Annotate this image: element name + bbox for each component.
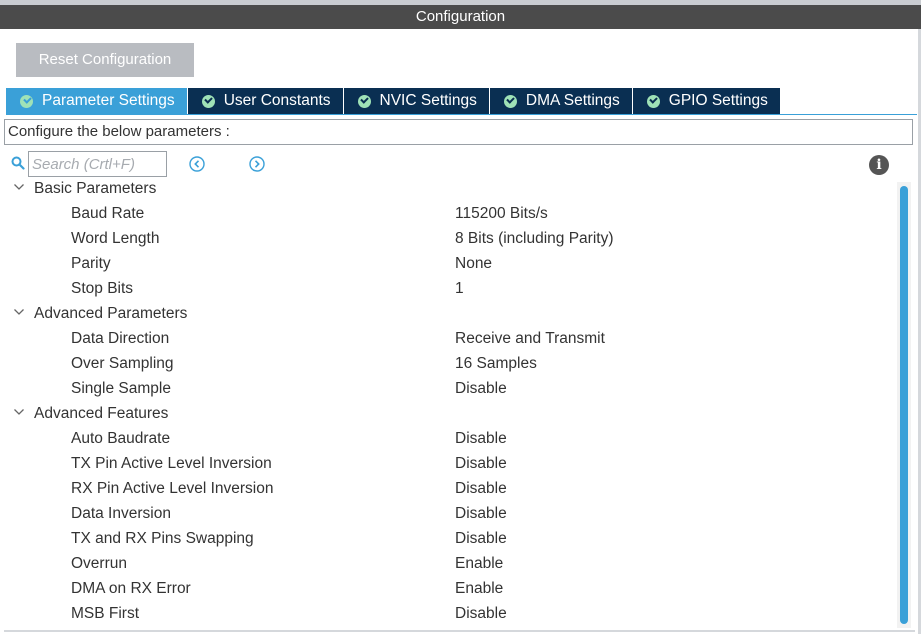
param-row[interactable]: Word Length 8 Bits (including Parity) (0, 226, 895, 251)
param-row[interactable]: DMA on RX Error Enable (0, 576, 895, 601)
group-advanced-features[interactable]: Advanced Features (0, 401, 895, 426)
param-row[interactable]: Data Inversion Disable (0, 501, 895, 526)
param-value: 115200 Bits/s (455, 205, 548, 222)
param-value: Disable (455, 455, 507, 472)
param-name: Data Direction (71, 330, 170, 347)
check-circle-icon (503, 94, 517, 108)
param-name: Data Inversion (71, 505, 171, 522)
param-name: Parity (71, 255, 111, 272)
tab-label: DMA Settings (525, 92, 620, 109)
tab-user-constants[interactable]: User Constants (187, 88, 344, 114)
param-value: Disable (455, 480, 507, 497)
check-circle-icon (357, 94, 371, 108)
param-value: Disable (455, 530, 507, 547)
group-advanced-parameters[interactable]: Advanced Parameters (0, 301, 895, 326)
param-name: MSB First (71, 605, 140, 622)
param-row[interactable]: TX and RX Pins Swapping Disable (0, 526, 895, 551)
param-row[interactable]: Data Direction Receive and Transmit (0, 326, 895, 351)
param-row[interactable]: MSB First Disable (0, 601, 895, 626)
info-icon[interactable]: i (869, 155, 889, 175)
chevron-left-circle-icon[interactable] (189, 156, 205, 172)
chevron-right-circle-icon[interactable] (249, 156, 265, 172)
group-basic-parameters[interactable]: Basic Parameters (0, 176, 895, 201)
param-value: Disable (455, 430, 507, 447)
tab-nvic-settings[interactable]: NVIC Settings (343, 88, 490, 114)
param-value: 1 (455, 280, 464, 297)
param-name: Overrun (71, 555, 127, 572)
check-circle-icon (20, 94, 33, 108)
param-value: Receive and Transmit (455, 330, 605, 347)
tab-dma-settings[interactable]: DMA Settings (489, 88, 633, 114)
parameter-tree: Basic Parameters Baud Rate 115200 Bits/s… (0, 176, 895, 630)
reset-configuration-button[interactable]: Reset Configuration (16, 43, 194, 77)
param-row[interactable]: Single Sample Disable (0, 376, 895, 401)
param-row[interactable]: TX Pin Active Level Inversion Disable (0, 451, 895, 476)
tab-parameter-settings[interactable]: Parameter Settings (6, 88, 188, 114)
scrollbar-thumb[interactable] (900, 186, 908, 624)
param-value: Disable (455, 380, 507, 397)
tab-gpio-settings[interactable]: GPIO Settings (632, 88, 781, 114)
param-value: Disable (455, 605, 507, 622)
bottom-border (4, 630, 915, 632)
description-box: Configure the below parameters : (4, 119, 913, 145)
param-row[interactable]: Over Sampling 16 Samples (0, 351, 895, 376)
param-value: Enable (455, 555, 504, 572)
group-label: Basic Parameters (34, 180, 157, 197)
param-value: Enable (455, 580, 504, 597)
chevron-down-icon (14, 309, 24, 315)
param-row[interactable]: Overrun Enable (0, 551, 895, 576)
param-name: TX Pin Active Level Inversion (71, 455, 272, 472)
chevron-down-icon (14, 409, 24, 415)
param-name: Baud Rate (71, 205, 145, 222)
param-value: Disable (455, 505, 507, 522)
search-input[interactable] (28, 151, 167, 177)
chevron-down-icon (14, 184, 24, 190)
param-row[interactable]: Parity None (0, 251, 895, 276)
tab-bar: Parameter Settings User Constants NVIC S… (6, 88, 781, 114)
param-name: Stop Bits (71, 280, 134, 297)
tab-label: User Constants (223, 92, 331, 109)
group-label: Advanced Features (34, 405, 169, 422)
check-circle-icon (646, 94, 660, 108)
group-label: Advanced Parameters (34, 305, 188, 322)
tab-label: NVIC Settings (379, 92, 477, 109)
param-name: Over Sampling (71, 355, 174, 372)
param-row[interactable]: Stop Bits 1 (0, 276, 895, 301)
param-name: RX Pin Active Level Inversion (71, 480, 274, 497)
param-name: DMA on RX Error (71, 580, 191, 597)
param-name: Auto Baudrate (71, 430, 171, 447)
check-circle-icon (201, 94, 215, 108)
param-row[interactable]: Auto Baudrate Disable (0, 426, 895, 451)
param-value: 16 Samples (455, 355, 537, 372)
param-row[interactable]: Baud Rate 115200 Bits/s (0, 201, 895, 226)
search-icon (11, 156, 25, 170)
tab-underline (6, 114, 917, 115)
param-row[interactable]: RX Pin Active Level Inversion Disable (0, 476, 895, 501)
param-name: Single Sample (71, 380, 171, 397)
param-value: 8 Bits (including Parity) (455, 230, 614, 247)
window-title: Configuration (0, 5, 921, 29)
param-name: Word Length (71, 230, 160, 247)
param-value: None (455, 255, 493, 272)
param-name: TX and RX Pins Swapping (71, 530, 254, 547)
tab-label: Parameter Settings (42, 92, 175, 109)
tab-label: GPIO Settings (668, 92, 768, 109)
